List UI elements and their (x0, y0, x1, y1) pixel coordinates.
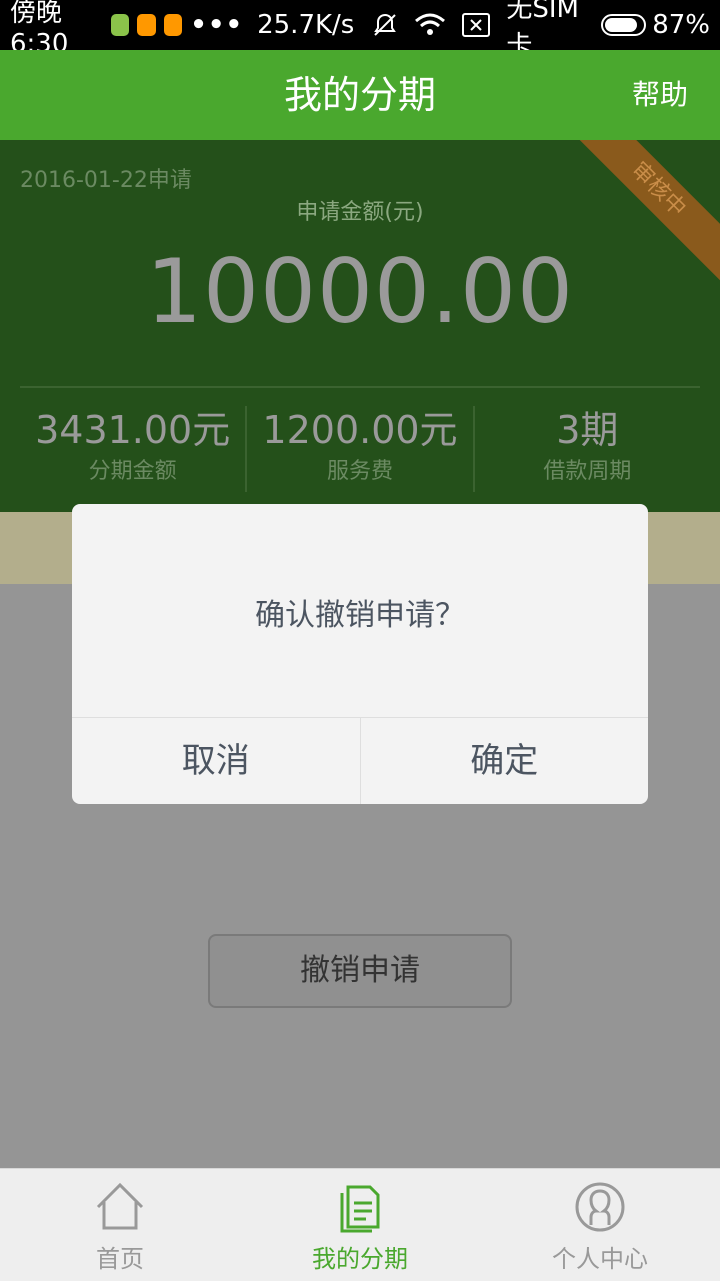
dialog-message: 确认撤销申请？ (255, 598, 465, 633)
nav-item-profile[interactable]: 个人中心 (480, 1169, 720, 1281)
stat-service-fee: 1200.00元 服务费 (245, 406, 472, 492)
stat-label: 分期金额 (88, 459, 177, 484)
no-sim-icon (462, 13, 491, 37)
nav-label: 首页 (96, 1245, 144, 1273)
installment-summary-card: 2016-01-22申请 申请金额(元) 10000.00 3431.00元 分… (0, 140, 720, 512)
title-bar: 我的分期 帮助 (0, 50, 720, 140)
stat-installment-amount: 3431.00元 分期金额 (20, 406, 245, 492)
nav-item-my-installments[interactable]: 我的分期 (240, 1169, 480, 1281)
confirm-dialog: 确认撤销申请？ 取消 确定 (72, 504, 648, 804)
stats-row: 3431.00元 分期金额 1200.00元 服务费 3期 借款周期 (20, 406, 700, 492)
nav-item-home[interactable]: 首页 (0, 1169, 240, 1281)
document-icon (340, 1185, 380, 1233)
status-bar: 傍晚6:30 ••• 25.7K/s 无SIM卡 87% (0, 0, 720, 61)
dialog-confirm-button[interactable]: 确定 (359, 718, 649, 804)
app-notification-icon (163, 14, 183, 36)
user-icon (575, 1182, 625, 1232)
nav-label: 个人中心 (552, 1245, 648, 1273)
stat-label: 借款周期 (543, 459, 632, 484)
bottom-nav: 首页 我的分期 个人中心 (0, 1168, 720, 1281)
stat-loan-period: 3期 借款周期 (472, 406, 700, 492)
apply-amount: 10000.00 (146, 240, 574, 343)
dialog-buttons: 取消 确定 (72, 717, 648, 804)
amount-label: 申请金额(元) (296, 200, 424, 225)
battery-icon (601, 14, 647, 36)
wifi-icon (414, 13, 446, 37)
stat-value: 3431.00元 (35, 408, 231, 452)
network-speed: 25.7K/s (257, 10, 355, 40)
apply-date: 2016-01-22申请 (20, 168, 192, 193)
stat-value: 1200.00元 (262, 408, 458, 452)
more-notifications-icon: ••• (190, 10, 244, 40)
stat-value: 3期 (556, 408, 619, 452)
nav-label: 我的分期 (312, 1245, 408, 1273)
home-icon (96, 1182, 144, 1230)
divider (20, 386, 700, 388)
app-notification-icon (110, 14, 130, 36)
stat-label: 服务费 (326, 459, 393, 484)
battery-percent: 87% (652, 10, 710, 40)
mute-bell-icon (372, 12, 398, 38)
page-title: 我的分期 (283, 73, 436, 117)
app-notification-icon (137, 14, 156, 36)
cancel-application-button[interactable]: 撤销申请 (208, 934, 512, 1008)
dialog-cancel-button[interactable]: 取消 (72, 718, 360, 804)
help-button[interactable]: 帮助 (632, 50, 688, 140)
